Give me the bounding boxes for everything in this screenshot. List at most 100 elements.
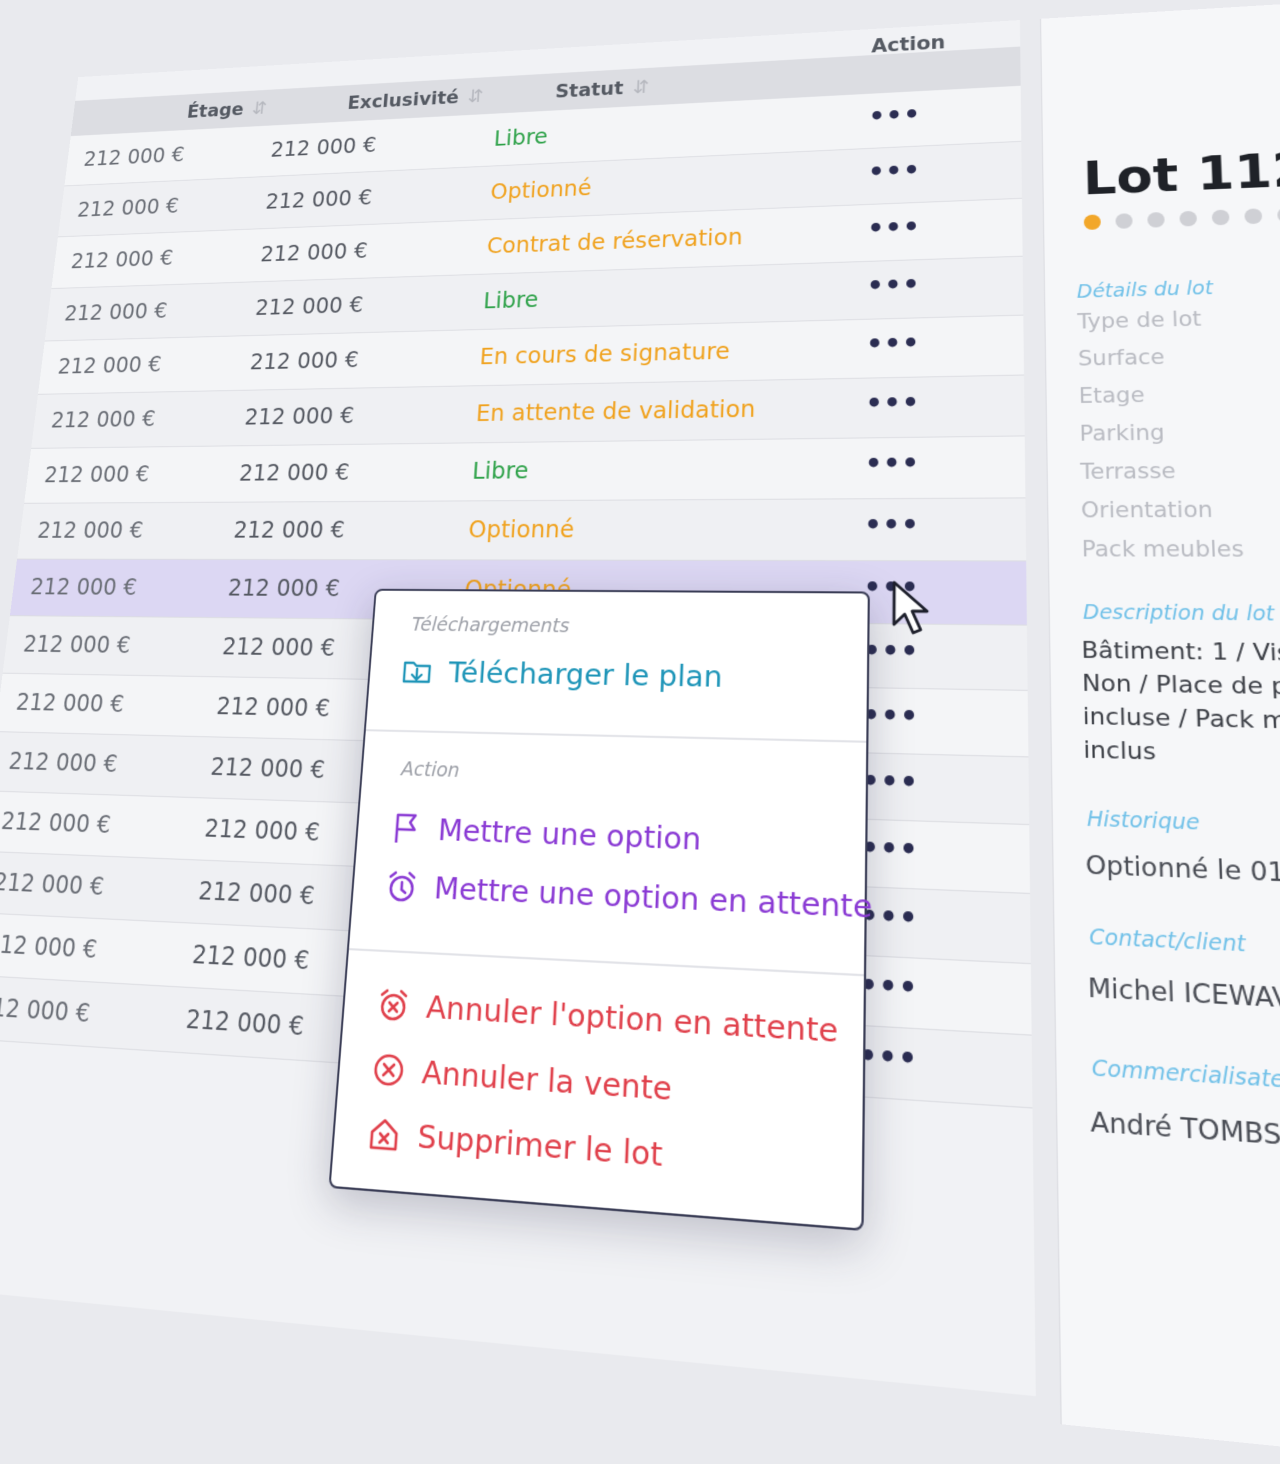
row-actions-button[interactable]: •••: [868, 157, 921, 186]
row-actions-button[interactable]: •••: [865, 389, 920, 419]
carousel-dot[interactable]: [1211, 209, 1230, 226]
seller-section-title: Commercialisateur: [1091, 1055, 1280, 1095]
contact-name[interactable]: Michel ICEWAVE: [1088, 974, 1280, 1016]
cancel-pending-option-menu-item[interactable]: Annuler l'option en attente: [375, 986, 838, 1050]
status-label: En cours de signature: [478, 338, 731, 370]
set-option-pending-menu-item[interactable]: Mettre une option en attente: [384, 868, 873, 925]
alarm-cancel-icon: [375, 986, 411, 1024]
status-label: Libre: [471, 457, 530, 485]
column-header-action: Action: [871, 32, 945, 57]
cell-exclusivite: 212 000 €: [254, 292, 365, 321]
row-actions-button[interactable]: •••: [867, 214, 920, 244]
cell-etage: 212 000 €: [49, 406, 157, 433]
app-screen: Étage ⇵ Exclusivité ⇵ Statut ⇵ Action 212 0…: [0, 0, 1280, 1464]
cell-exclusivite: 212 000 €: [243, 402, 355, 430]
download-folder-icon: [400, 655, 435, 689]
status-label: Contrat de réservation: [486, 224, 743, 259]
set-option-menu-item[interactable]: Mettre une option: [388, 811, 702, 857]
cell-exclusivite: 212 000 €: [209, 753, 326, 785]
detail-field-label: Type de lot: [1077, 306, 1202, 334]
cell-exclusivite: 212 000 €: [248, 347, 360, 375]
cell-etage: 212 000 €: [0, 992, 92, 1029]
menu-divider: [348, 948, 864, 977]
table-row[interactable]: 212 000 € 212 000 € Optionné •••: [17, 498, 1027, 562]
cell-exclusivite: 212 000 €: [221, 633, 336, 662]
row-actions-button[interactable]: •••: [861, 833, 919, 868]
flag-icon: [388, 811, 424, 847]
action-section-title: Action: [400, 758, 461, 783]
carousel-dot[interactable]: [1244, 208, 1263, 225]
sort-icon[interactable]: ⇵: [467, 86, 484, 107]
delete-lot-menu-item[interactable]: Supprimer le lot: [366, 1114, 664, 1174]
column-label: Exclusivité: [346, 87, 460, 114]
row-actions-button[interactable]: •••: [863, 636, 920, 668]
column-label: Statut: [554, 77, 624, 102]
row-actions-button[interactable]: •••: [866, 330, 920, 360]
seller-name[interactable]: André TOMBSTONE: [1090, 1108, 1280, 1158]
detail-field-label: Surface: [1077, 345, 1165, 371]
column-header-exclusivite[interactable]: Exclusivité ⇵: [347, 86, 484, 114]
status-label: Optionné: [467, 516, 575, 544]
row-actions-button[interactable]: •••: [858, 1040, 918, 1078]
sort-icon[interactable]: ⇵: [632, 76, 649, 97]
detail-field-label: Parking: [1079, 420, 1165, 446]
detail-field-label: Etage: [1078, 383, 1145, 408]
description-section-title: Description du lot: [1082, 601, 1275, 626]
cell-exclusivite: 212 000 €: [238, 459, 351, 487]
description-text: Bâtiment: 1 / Vis à vis: Non / Place de …: [1081, 637, 1280, 767]
row-actions-button[interactable]: •••: [867, 271, 921, 301]
row-actions-button[interactable]: •••: [865, 449, 920, 479]
cell-exclusivite: 212 000 €: [232, 516, 346, 544]
table-row[interactable]: 212 000 € 212 000 € Libre •••: [24, 436, 1026, 504]
cell-etage: 212 000 €: [0, 929, 99, 965]
carousel-dot[interactable]: [1147, 211, 1165, 228]
cell-exclusivite: 212 000 €: [226, 574, 341, 602]
cell-etage: 212 000 €: [43, 461, 151, 488]
column-header-etage[interactable]: Étage ⇵: [186, 98, 268, 122]
carousel-dot[interactable]: [1083, 214, 1101, 231]
cancel-sale-menu-item[interactable]: Annuler la vente: [370, 1050, 673, 1108]
menu-item-label: Mettre une option en attente: [433, 870, 873, 926]
cell-exclusivite: 212 000 €: [259, 238, 369, 267]
row-actions-button[interactable]: •••: [861, 766, 919, 800]
cell-etage: 212 000 €: [0, 807, 113, 839]
alarm-clock-icon: [384, 868, 420, 905]
history-section-title: Historique: [1086, 807, 1201, 836]
cell-etage: 212 000 €: [56, 352, 163, 379]
carousel-dot[interactable]: [1179, 210, 1198, 227]
menu-divider: [365, 729, 867, 743]
detail-field-label: Pack meubles: [1081, 536, 1245, 562]
circle-x-icon: [370, 1050, 407, 1089]
column-header-statut[interactable]: Statut ⇵: [555, 76, 650, 102]
cell-etage: 212 000 €: [69, 246, 175, 274]
downloads-section-title: Téléchargements: [410, 614, 571, 638]
row-actions-button[interactable]: •••: [868, 102, 921, 131]
download-plan-menu-item[interactable]: Télécharger le plan: [400, 655, 723, 694]
cell-etage: 212 000 €: [63, 298, 169, 326]
cell-etage: 212 000 €: [21, 631, 132, 659]
lot-title: Lot 112: [1082, 141, 1280, 206]
cell-etage: 212 000 €: [0, 868, 106, 901]
history-entry: Optionné le 01/02/2022: [1085, 851, 1280, 894]
sort-icon[interactable]: ⇵: [251, 98, 268, 118]
delete-house-icon: [366, 1114, 403, 1154]
detail-field-label: Orientation: [1080, 497, 1214, 523]
carousel-dot[interactable]: [1115, 213, 1133, 229]
menu-item-label: Supprimer le lot: [416, 1117, 664, 1174]
row-actions-button[interactable]: •••: [859, 969, 918, 1006]
row-actions-button[interactable]: •••: [864, 511, 920, 541]
cell-exclusivite: 212 000 €: [184, 1004, 305, 1042]
status-label: Libre: [493, 124, 549, 151]
cell-exclusivite: 212 000 €: [190, 940, 311, 976]
cell-etage: 212 000 €: [7, 747, 119, 778]
detail-field-label: Terrasse: [1080, 458, 1177, 484]
mouse-pointer-icon: [891, 579, 934, 639]
cell-etage: 212 000 €: [14, 688, 126, 718]
column-label: Action: [871, 31, 946, 57]
cell-exclusivite: 212 000 €: [215, 692, 331, 723]
lot-detail-panel: Lot 112 Détails du lot Type de lot Surfac…: [1040, 0, 1280, 1464]
image-carousel-dots: [1083, 206, 1280, 233]
cell-exclusivite: 212 000 €: [203, 814, 321, 847]
cell-etage: 212 000 €: [29, 574, 139, 601]
row-actions-button[interactable]: •••: [862, 701, 919, 734]
